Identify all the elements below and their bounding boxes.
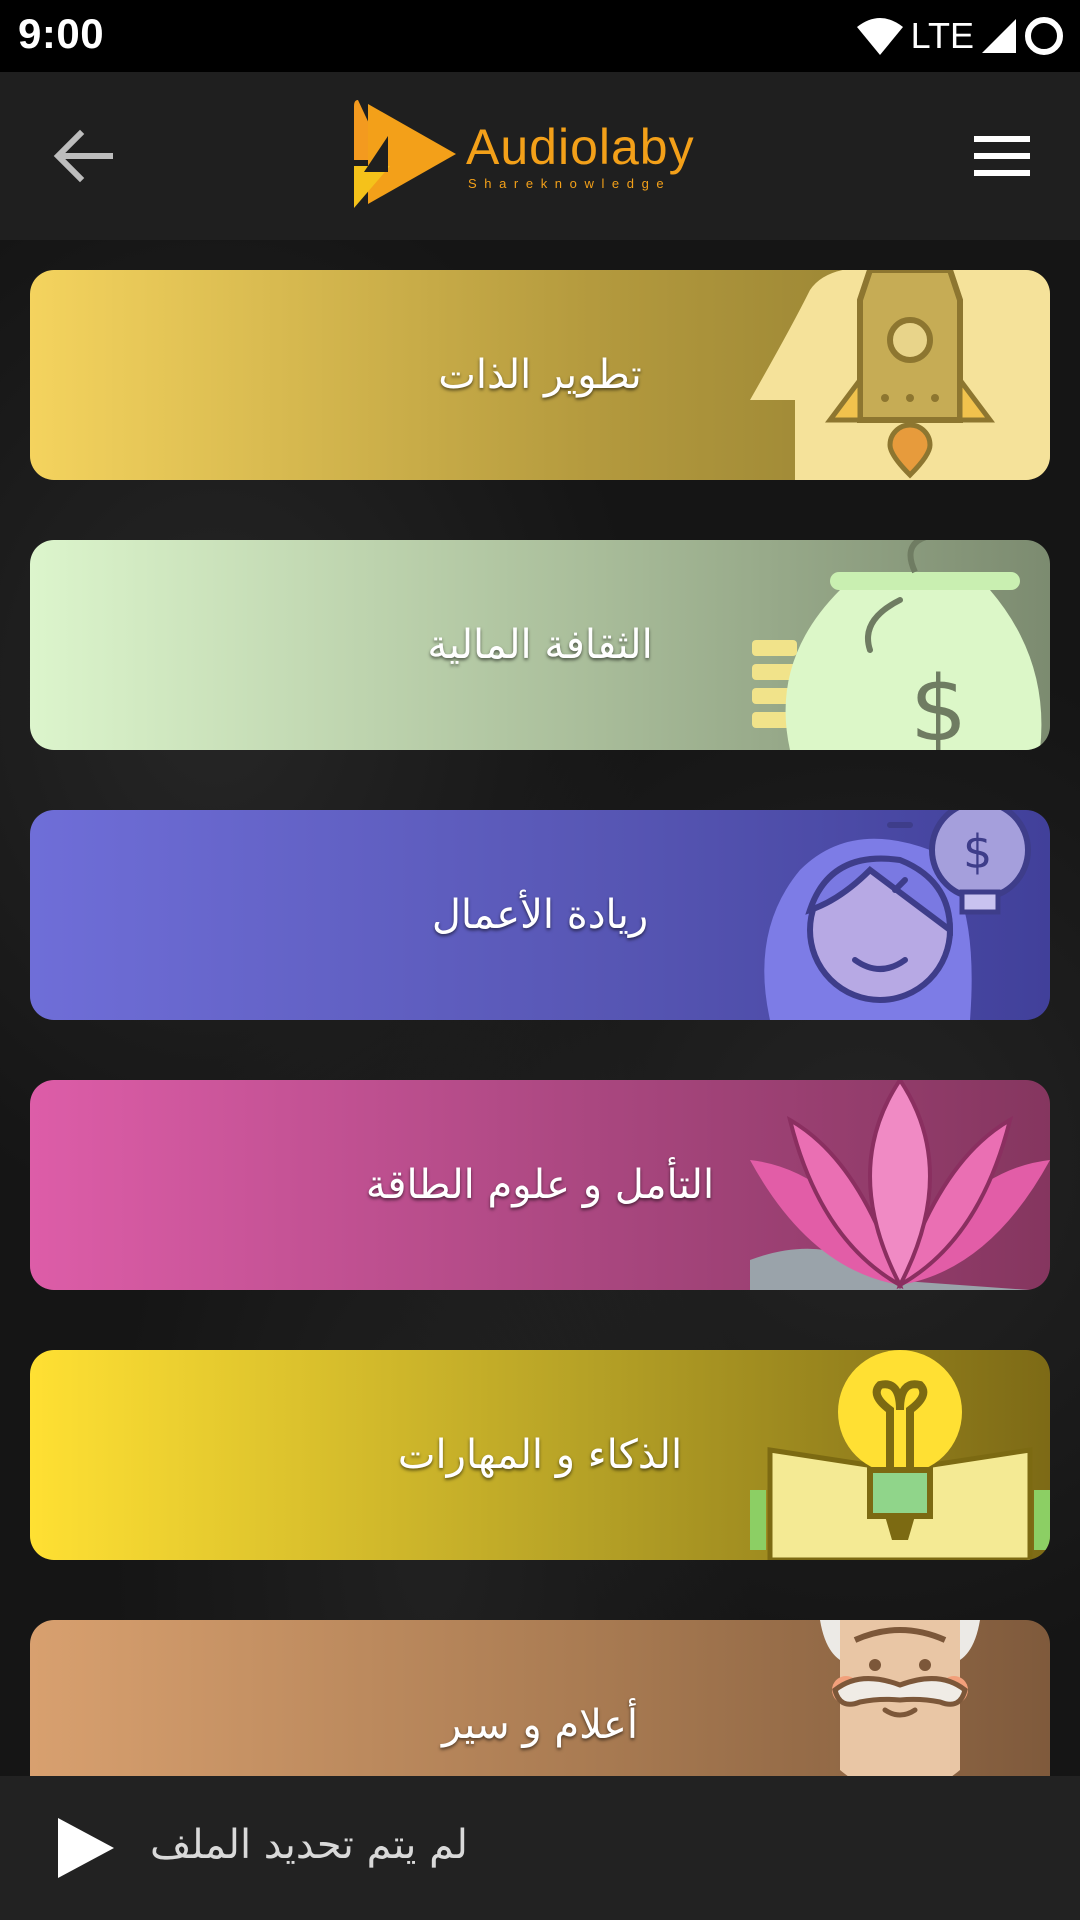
logo-tagline: Shareknowledge [468,176,672,191]
category-card[interactable]: الذكاء و المهارات [30,1350,1050,1560]
audio-player: لم يتم تحديد الملف [0,1776,1080,1920]
menu-icon[interactable] [972,132,1032,180]
category-label: التأمل و علوم الطاقة [365,1162,715,1208]
player-status-text: لم يتم تحديد الملف [150,1822,468,1868]
category-card[interactable]: $ الثقافة المالية [30,540,1050,750]
category-card[interactable]: أعلام و سير [30,1620,1050,1776]
logo-mark-icon [354,100,456,208]
category-label: تطوير الذات [438,352,642,398]
play-icon[interactable] [56,1816,116,1880]
status-time: 9:00 [18,10,105,57]
network-type: LTE [910,15,974,56]
status-bar: 9:00 LTE [0,0,1080,72]
app-header: Audiolaby Shareknowledge [0,72,1080,240]
category-label: الذكاء و المهارات [397,1432,683,1478]
back-arrow-icon[interactable] [50,122,118,190]
category-label: الثقافة المالية [427,622,653,668]
logo-name: Audiolaby [466,119,695,175]
category-card[interactable]: التأمل و علوم الطاقة [30,1080,1050,1290]
status-icons: LTE [856,14,1064,58]
app-logo: Audiolaby Shareknowledge [350,96,730,216]
category-label: ريادة الأعمال [431,892,649,938]
category-label: أعلام و سير [442,1702,639,1748]
signal-icon [982,19,1016,53]
wifi-icon [856,18,903,55]
category-card[interactable]: $ ريادة الأعمال [30,810,1050,1020]
category-list: تطوير الذات $ الثقافة المالية $ ريادة ال… [0,240,1080,1776]
battery-icon [1025,17,1063,55]
category-card[interactable]: تطوير الذات [30,270,1050,480]
